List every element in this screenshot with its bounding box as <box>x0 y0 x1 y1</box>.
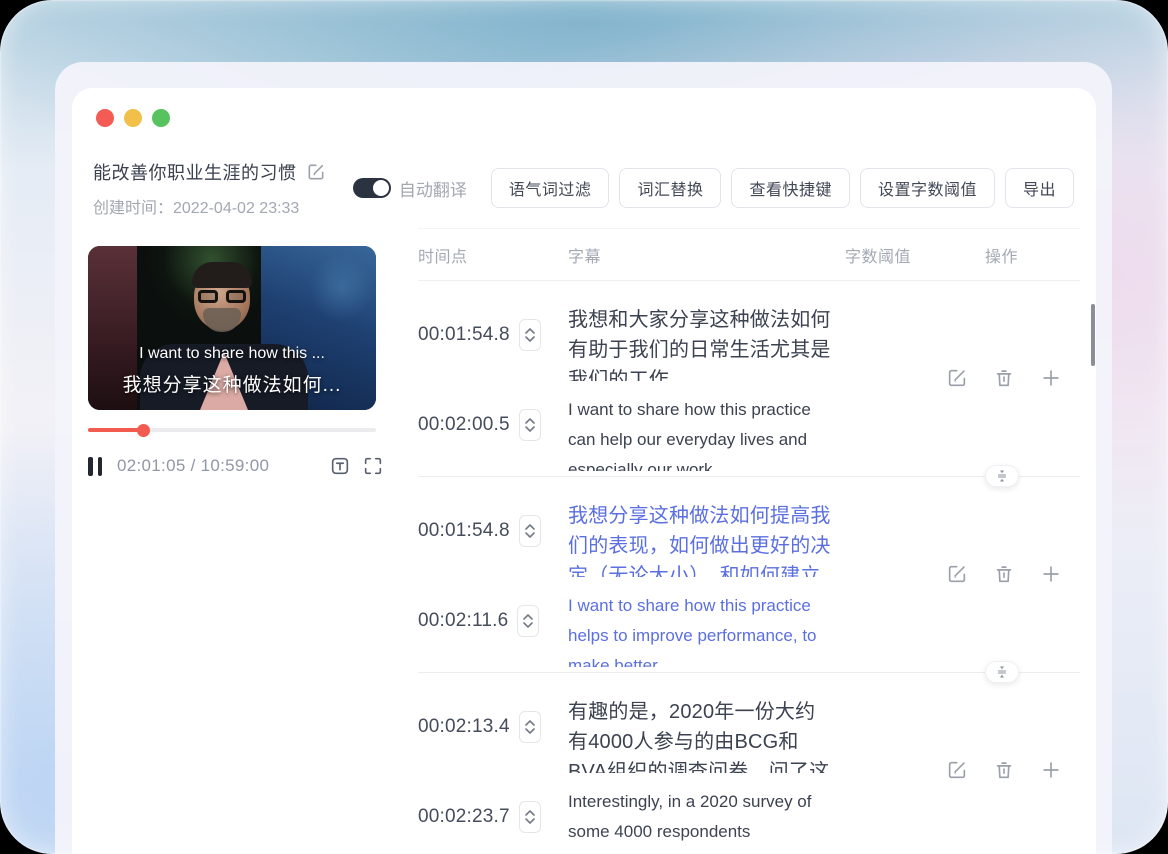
subtitle-text[interactable]: Interestingly, in a 2020 survey of some … <box>568 787 833 854</box>
player-controls: 02:01:05 / 10:59:00 <box>88 455 384 477</box>
row-actions <box>946 367 1062 389</box>
col-header-subtitle: 字幕 <box>568 248 602 266</box>
progress-fill <box>88 428 143 432</box>
edit-subtitle-button[interactable] <box>946 563 968 585</box>
time-stepper[interactable] <box>517 605 540 637</box>
app-background: 能改善你职业生涯的习惯 创建时间：2022-04-02 23:33 自动翻译 语… <box>0 0 1168 854</box>
created-time: 创建时间：2022-04-02 23:33 <box>93 200 300 217</box>
progress-handle[interactable] <box>136 424 150 437</box>
subtitle-style-button[interactable] <box>329 455 351 477</box>
video-progress-bar[interactable] <box>88 424 376 437</box>
timestamp: 00:01:54.8 <box>418 324 510 345</box>
speaker-hair <box>192 262 252 288</box>
minimize-window-button[interactable] <box>124 109 142 127</box>
timestamp: 00:02:00.5 <box>418 414 510 435</box>
time-stepper[interactable] <box>518 515 541 547</box>
pause-button[interactable] <box>88 456 102 476</box>
scrollbar-thumb[interactable] <box>1091 304 1095 366</box>
timestamp: 00:02:23.7 <box>418 806 510 827</box>
delete-subtitle-button[interactable] <box>993 367 1015 389</box>
delete-subtitle-button[interactable] <box>993 563 1015 585</box>
add-subtitle-button[interactable] <box>1040 759 1062 781</box>
vocab-replace-button[interactable]: 词汇替换 <box>619 168 722 208</box>
window-controls <box>96 109 170 127</box>
speaker-glasses <box>198 290 246 303</box>
close-window-button[interactable] <box>96 109 114 127</box>
subtitle-table: 时间点 字幕 字数阈值 操作 00:01:54.8 我想和大家分享这种做法如何有… <box>418 228 1080 854</box>
video-thumbnail[interactable]: I want to share how this ... 我想分享这种做法如何.… <box>88 246 376 410</box>
delete-subtitle-button[interactable] <box>993 759 1015 781</box>
edit-title-icon[interactable] <box>306 162 326 182</box>
timestamp: 00:01:54.8 <box>418 520 510 541</box>
subtitle-text[interactable]: 我想分享这种做法如何提高我们的表现，如何做出更好的决定（无论大小）、和如何建立 <box>568 501 833 577</box>
time-stepper[interactable] <box>518 319 541 351</box>
auto-translate-label: 自动翻译 <box>398 180 467 200</box>
subtitle-group: 00:01:54.8 我想和大家分享这种做法如何有助于我们的日常生活尤其是我们的… <box>418 281 1080 487</box>
edit-subtitle-button[interactable] <box>946 367 968 389</box>
header: 能改善你职业生涯的习惯 创建时间：2022-04-02 23:33 <box>93 159 326 218</box>
player-panel: I want to share how this ... 我想分享这种做法如何.… <box>88 246 382 477</box>
video-subtitles: I want to share how this ... 我想分享这种做法如何.… <box>88 345 376 397</box>
window-shell: 能改善你职业生涯的习惯 创建时间：2022-04-02 23:33 自动翻译 语… <box>55 62 1112 854</box>
subtitle-group-active: 00:01:54.8 我想分享这种做法如何提高我们的表现，如何做出更好的决定（无… <box>418 477 1080 683</box>
subtitle-text[interactable]: I want to share how this practice can he… <box>568 395 833 471</box>
time-stepper[interactable] <box>518 711 541 743</box>
edit-subtitle-button[interactable] <box>946 759 968 781</box>
table-row: 00:02:00.5 I want to share how this prac… <box>418 395 1080 471</box>
col-header-time: 时间点 <box>418 248 468 266</box>
auto-translate-toggle[interactable] <box>352 178 391 198</box>
export-button[interactable]: 导出 <box>1004 168 1074 208</box>
toolbar: 自动翻译 语气词过滤 词汇替换 查看快捷键 设置字数阈值 导出 <box>352 168 1074 208</box>
subtitle-text[interactable]: 我想和大家分享这种做法如何有助于我们的日常生活尤其是我们的工作 <box>568 305 833 381</box>
timestamp: 00:02:11.6 <box>418 610 509 631</box>
add-subtitle-button[interactable] <box>1040 367 1062 389</box>
subtitle-text[interactable]: I want to share how this practice helps … <box>568 591 833 667</box>
table-header: 时间点 字幕 字数阈值 操作 <box>418 228 1080 281</box>
col-header-actions: 操作 <box>985 248 1019 266</box>
video-subtitle-zh: 我想分享这种做法如何... <box>122 375 342 396</box>
add-subtitle-button[interactable] <box>1040 563 1062 585</box>
time-stepper[interactable] <box>518 801 541 833</box>
timestamp: 00:02:13.4 <box>418 716 510 737</box>
table-row: 00:02:11.6 I want to share how this prac… <box>418 591 1080 667</box>
row-actions <box>946 563 1062 585</box>
col-header-threshold: 字数阈值 <box>845 248 912 266</box>
table-row: 00:02:23.7 Interestingly, in a 2020 surv… <box>418 787 1080 854</box>
app-window: 能改善你职业生涯的习惯 创建时间：2022-04-02 23:33 自动翻译 语… <box>72 88 1096 854</box>
time-stepper[interactable] <box>518 409 541 441</box>
video-subtitle-en: I want to share how this ... <box>139 345 325 362</box>
row-actions <box>946 759 1062 781</box>
subtitle-text[interactable]: 有趣的是，2020年一份大约有4000人参与的由BCG和BVA组织的调查问卷，问… <box>568 697 833 773</box>
playback-time: 02:01:05 / 10:59:00 <box>117 456 270 475</box>
filter-filler-words-button[interactable]: 语气词过滤 <box>490 168 610 208</box>
view-shortcuts-button[interactable]: 查看快捷键 <box>731 168 850 208</box>
set-word-threshold-button[interactable]: 设置字数阈值 <box>859 168 995 208</box>
fullscreen-button[interactable] <box>362 455 384 477</box>
page-title: 能改善你职业生涯的习惯 <box>93 163 297 183</box>
zoom-window-button[interactable] <box>152 109 170 127</box>
subtitle-group: 00:02:13.4 有趣的是，2020年一份大约有4000人参与的由BCG和B… <box>418 673 1080 854</box>
